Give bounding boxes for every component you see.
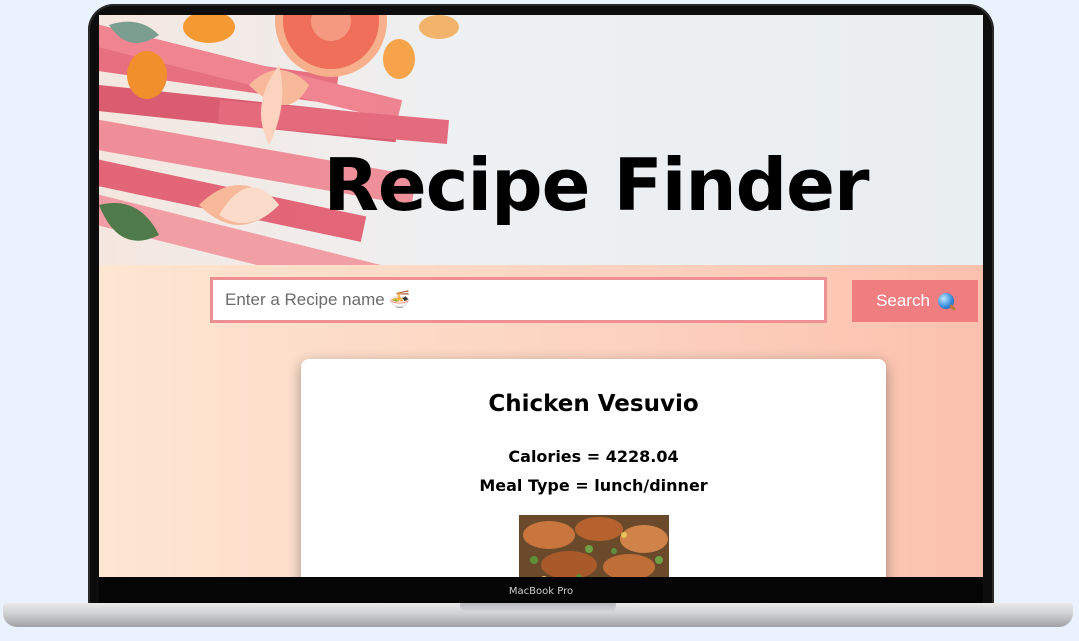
recipe-search-input[interactable] [210,277,827,323]
calories-info: Calories = 4228.04 [508,447,679,466]
search-button-label: Search [876,291,930,310]
search-bar: Search [210,277,983,325]
magnifying-glass-icon [937,293,954,309]
app-title: Recipe Finder [323,143,869,227]
hero-banner: Recipe Finder [99,15,983,265]
device-model-label: MacBook Pro [508,586,574,597]
recipe-title: Chicken Vesuvio [488,391,699,417]
meal-type-info: Meal Type = lunch/dinner [479,476,708,495]
recipe-card[interactable]: Chicken Vesuvio Calories = 4228.04 Meal … [301,359,886,577]
laptop-chin: MacBook Pro [99,577,983,603]
recipe-image [518,515,669,577]
food-photo-image [99,15,459,265]
search-button[interactable]: Search [852,280,978,322]
app-screen: Recipe Finder Search Chicken Vesuvio Cal… [99,15,983,577]
laptop-notch [460,603,616,613]
